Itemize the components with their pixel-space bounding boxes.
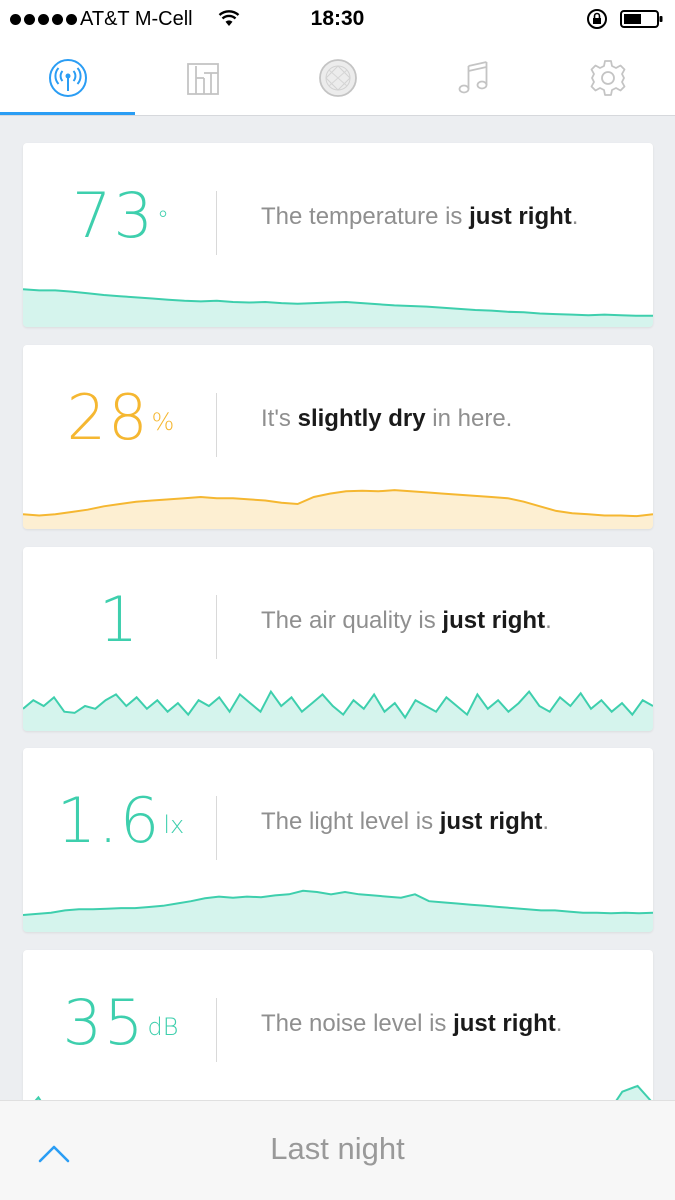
humidity-chart <box>23 489 653 529</box>
air-quality-value: 1 <box>98 583 141 656</box>
temperature-chart-area <box>23 289 653 327</box>
tab-history[interactable] <box>135 40 270 116</box>
humidity-value: 28% <box>66 381 175 454</box>
light-message: The light level is just right. <box>261 808 550 835</box>
tab-music[interactable] <box>405 40 540 116</box>
humidity-chart-area <box>23 490 653 529</box>
card-divider <box>216 393 217 457</box>
tab-orb[interactable] <box>270 40 405 116</box>
card-divider <box>216 191 217 255</box>
air-quality-message: The air quality is just right. <box>261 607 552 634</box>
temperature-value: 73° <box>72 179 169 252</box>
app-screen: AT&T M-Cell 18:30 73° The temperature is… <box>0 0 675 1200</box>
rotation-lock-icon <box>587 9 607 29</box>
temperature-message: The temperature is just right. <box>261 203 579 230</box>
battery-icon <box>620 10 663 28</box>
sensor-broadcast-icon <box>48 59 87 97</box>
clock-time: 18:30 <box>310 7 365 30</box>
noise-value: 35dB <box>62 986 179 1059</box>
tab-sensors[interactable] <box>0 40 135 116</box>
tab-settings[interactable] <box>540 40 675 116</box>
temperature-chart <box>23 288 653 327</box>
humidity-message: It's slightly dry in here. <box>261 405 513 432</box>
music-note-icon <box>458 61 487 94</box>
air-quality-chart <box>23 689 653 731</box>
card-temperature[interactable]: 73° The temperature is just right. <box>23 143 653 327</box>
tab-bar <box>0 40 675 116</box>
light-value: 1.6lx <box>56 784 185 857</box>
gear-icon <box>590 60 625 96</box>
active-tab-indicator <box>0 112 135 115</box>
noise-message: The noise level is just right. <box>261 1010 563 1037</box>
card-divider <box>216 796 217 860</box>
bar-chart-icon <box>186 63 219 95</box>
card-divider <box>216 998 217 1062</box>
card-divider <box>216 595 217 659</box>
bottom-bar[interactable]: Last night <box>0 1100 675 1200</box>
orb-icon <box>318 59 357 97</box>
card-humidity[interactable]: 28% It's slightly dry in here. <box>23 345 653 529</box>
card-air-quality[interactable]: 1 The air quality is just right. <box>23 547 653 731</box>
card-light[interactable]: 1.6lx The light level is just right. <box>23 748 653 932</box>
status-bar: AT&T M-Cell 18:30 <box>0 0 675 40</box>
period-label: Last night <box>270 1131 405 1166</box>
light-chart <box>23 889 653 932</box>
